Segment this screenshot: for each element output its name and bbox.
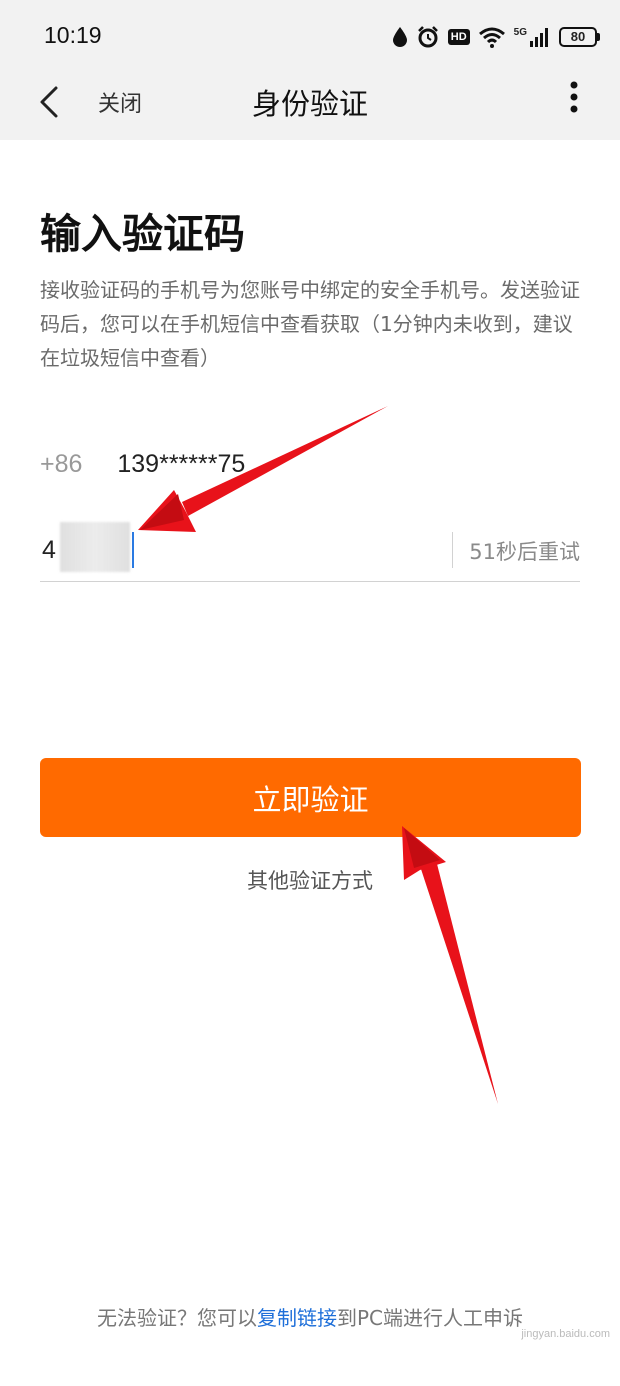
other-methods-link[interactable]: 其他验证方式 <box>0 865 620 895</box>
signal-label: 5G <box>513 26 527 38</box>
nav-bar: 关闭 身份验证 <box>0 70 620 140</box>
input-divider <box>452 532 453 568</box>
country-code: +86 <box>40 450 83 478</box>
verification-code-input[interactable] <box>40 528 420 572</box>
copy-link[interactable]: 复制链接 <box>257 1306 337 1330</box>
phone-number: 139******75 <box>117 450 246 478</box>
description-text: 接收验证码的手机号为您账号中绑定的安全手机号。发送验证码后，您可以在手机短信中查… <box>40 278 580 370</box>
section-heading: 输入验证码 <box>40 210 245 258</box>
footer-suffix: 到PC端进行人工申诉 <box>336 1306 524 1330</box>
more-options-icon[interactable] <box>568 80 580 114</box>
alarm-icon <box>417 26 438 48</box>
hd-badge: HD <box>447 29 470 45</box>
status-bar: 10:19 HD 5G 80 <box>0 0 620 70</box>
text-caret <box>132 532 134 568</box>
retry-countdown: 51秒后重试 <box>469 540 580 564</box>
footer-text: 无法验证？您可以复制链接到PC端进行人工申诉 <box>0 1302 620 1331</box>
battery-level: 80 <box>559 27 597 47</box>
phone-row: +86 139******75 <box>40 450 245 486</box>
status-time: 10:19 <box>44 22 102 48</box>
battery-icon: 80 <box>559 27 600 47</box>
watermark: jingyan.baidu.com <box>521 1328 610 1340</box>
drop-icon <box>392 27 407 47</box>
status-icons: HD 5G 80 <box>392 22 600 52</box>
verify-now-button[interactable]: 立即验证 <box>40 758 581 837</box>
page-title: 身份验证 <box>251 87 368 121</box>
signal-icon <box>530 28 548 47</box>
footer-prefix: 无法验证？您可以 <box>96 1306 257 1330</box>
wifi-icon <box>478 27 505 48</box>
code-input-row: 51秒后重试 <box>40 518 580 582</box>
